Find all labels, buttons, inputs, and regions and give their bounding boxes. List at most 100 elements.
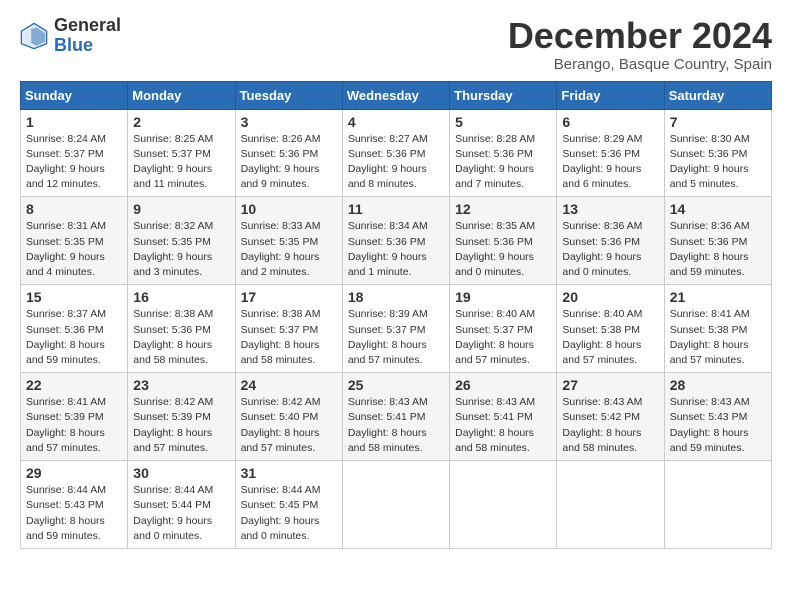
day-number: 29 xyxy=(26,465,122,481)
day-info: Sunrise: 8:24 AMSunset: 5:37 PMDaylight:… xyxy=(26,132,122,193)
day-info: Sunrise: 8:43 AMSunset: 5:42 PMDaylight:… xyxy=(562,395,658,456)
day-info: Sunrise: 8:28 AMSunset: 5:36 PMDaylight:… xyxy=(455,132,551,193)
calendar-week-row: 22 Sunrise: 8:41 AMSunset: 5:39 PMDaylig… xyxy=(21,373,772,461)
calendar-cell: 20 Sunrise: 8:40 AMSunset: 5:38 PMDaylig… xyxy=(557,285,664,373)
calendar-cell: 6 Sunrise: 8:29 AMSunset: 5:36 PMDayligh… xyxy=(557,109,664,197)
day-number: 2 xyxy=(133,114,229,130)
day-number: 31 xyxy=(241,465,337,481)
day-number: 9 xyxy=(133,201,229,217)
day-number: 13 xyxy=(562,201,658,217)
calendar-day-header: Wednesday xyxy=(342,81,449,109)
day-number: 7 xyxy=(670,114,766,130)
day-info: Sunrise: 8:36 AMSunset: 5:36 PMDaylight:… xyxy=(562,219,658,280)
day-info: Sunrise: 8:34 AMSunset: 5:36 PMDaylight:… xyxy=(348,219,444,280)
calendar-cell: 30 Sunrise: 8:44 AMSunset: 5:44 PMDaylig… xyxy=(128,461,235,549)
calendar-body: 1 Sunrise: 8:24 AMSunset: 5:37 PMDayligh… xyxy=(21,109,772,548)
calendar-week-row: 29 Sunrise: 8:44 AMSunset: 5:43 PMDaylig… xyxy=(21,461,772,549)
day-info: Sunrise: 8:41 AMSunset: 5:39 PMDaylight:… xyxy=(26,395,122,456)
calendar-header: SundayMondayTuesdayWednesdayThursdayFrid… xyxy=(21,81,772,109)
day-info: Sunrise: 8:27 AMSunset: 5:36 PMDaylight:… xyxy=(348,132,444,193)
day-info: Sunrise: 8:38 AMSunset: 5:36 PMDaylight:… xyxy=(133,307,229,368)
day-info: Sunrise: 8:43 AMSunset: 5:43 PMDaylight:… xyxy=(670,395,766,456)
day-number: 6 xyxy=(562,114,658,130)
calendar-cell: 29 Sunrise: 8:44 AMSunset: 5:43 PMDaylig… xyxy=(21,461,128,549)
day-number: 24 xyxy=(241,377,337,393)
calendar: SundayMondayTuesdayWednesdayThursdayFrid… xyxy=(20,81,772,549)
calendar-cell: 18 Sunrise: 8:39 AMSunset: 5:37 PMDaylig… xyxy=(342,285,449,373)
day-number: 25 xyxy=(348,377,444,393)
calendar-cell xyxy=(557,461,664,549)
day-info: Sunrise: 8:38 AMSunset: 5:37 PMDaylight:… xyxy=(241,307,337,368)
day-info: Sunrise: 8:31 AMSunset: 5:35 PMDaylight:… xyxy=(26,219,122,280)
logo-text: General Blue xyxy=(54,16,121,56)
calendar-cell: 25 Sunrise: 8:43 AMSunset: 5:41 PMDaylig… xyxy=(342,373,449,461)
calendar-cell: 9 Sunrise: 8:32 AMSunset: 5:35 PMDayligh… xyxy=(128,197,235,285)
calendar-cell: 1 Sunrise: 8:24 AMSunset: 5:37 PMDayligh… xyxy=(21,109,128,197)
day-number: 5 xyxy=(455,114,551,130)
day-number: 30 xyxy=(133,465,229,481)
calendar-cell: 23 Sunrise: 8:42 AMSunset: 5:39 PMDaylig… xyxy=(128,373,235,461)
header: General Blue December 2024 Berango, Basq… xyxy=(20,16,772,73)
logo-blue-text: Blue xyxy=(54,36,121,56)
logo-general-text: General xyxy=(54,16,121,36)
calendar-week-row: 15 Sunrise: 8:37 AMSunset: 5:36 PMDaylig… xyxy=(21,285,772,373)
day-info: Sunrise: 8:40 AMSunset: 5:38 PMDaylight:… xyxy=(562,307,658,368)
calendar-cell: 16 Sunrise: 8:38 AMSunset: 5:36 PMDaylig… xyxy=(128,285,235,373)
calendar-cell xyxy=(450,461,557,549)
calendar-cell: 5 Sunrise: 8:28 AMSunset: 5:36 PMDayligh… xyxy=(450,109,557,197)
calendar-cell xyxy=(342,461,449,549)
calendar-day-header: Friday xyxy=(557,81,664,109)
calendar-day-header: Tuesday xyxy=(235,81,342,109)
day-number: 27 xyxy=(562,377,658,393)
calendar-cell xyxy=(664,461,771,549)
logo-icon xyxy=(20,22,48,50)
header-row: SundayMondayTuesdayWednesdayThursdayFrid… xyxy=(21,81,772,109)
day-info: Sunrise: 8:43 AMSunset: 5:41 PMDaylight:… xyxy=(455,395,551,456)
month-title: December 2024 xyxy=(508,16,772,56)
day-number: 22 xyxy=(26,377,122,393)
day-number: 21 xyxy=(670,289,766,305)
calendar-day-header: Thursday xyxy=(450,81,557,109)
day-info: Sunrise: 8:32 AMSunset: 5:35 PMDaylight:… xyxy=(133,219,229,280)
calendar-day-header: Saturday xyxy=(664,81,771,109)
day-number: 10 xyxy=(241,201,337,217)
day-info: Sunrise: 8:37 AMSunset: 5:36 PMDaylight:… xyxy=(26,307,122,368)
day-info: Sunrise: 8:26 AMSunset: 5:36 PMDaylight:… xyxy=(241,132,337,193)
calendar-cell: 15 Sunrise: 8:37 AMSunset: 5:36 PMDaylig… xyxy=(21,285,128,373)
day-number: 12 xyxy=(455,201,551,217)
day-info: Sunrise: 8:29 AMSunset: 5:36 PMDaylight:… xyxy=(562,132,658,193)
calendar-cell: 31 Sunrise: 8:44 AMSunset: 5:45 PMDaylig… xyxy=(235,461,342,549)
calendar-cell: 17 Sunrise: 8:38 AMSunset: 5:37 PMDaylig… xyxy=(235,285,342,373)
calendar-cell: 19 Sunrise: 8:40 AMSunset: 5:37 PMDaylig… xyxy=(450,285,557,373)
calendar-week-row: 8 Sunrise: 8:31 AMSunset: 5:35 PMDayligh… xyxy=(21,197,772,285)
day-number: 8 xyxy=(26,201,122,217)
day-info: Sunrise: 8:41 AMSunset: 5:38 PMDaylight:… xyxy=(670,307,766,368)
calendar-day-header: Sunday xyxy=(21,81,128,109)
day-number: 28 xyxy=(670,377,766,393)
day-info: Sunrise: 8:36 AMSunset: 5:36 PMDaylight:… xyxy=(670,219,766,280)
day-info: Sunrise: 8:44 AMSunset: 5:45 PMDaylight:… xyxy=(241,483,337,544)
day-number: 1 xyxy=(26,114,122,130)
calendar-cell: 8 Sunrise: 8:31 AMSunset: 5:35 PMDayligh… xyxy=(21,197,128,285)
day-info: Sunrise: 8:42 AMSunset: 5:40 PMDaylight:… xyxy=(241,395,337,456)
day-info: Sunrise: 8:30 AMSunset: 5:36 PMDaylight:… xyxy=(670,132,766,193)
calendar-cell: 13 Sunrise: 8:36 AMSunset: 5:36 PMDaylig… xyxy=(557,197,664,285)
day-number: 18 xyxy=(348,289,444,305)
calendar-cell: 24 Sunrise: 8:42 AMSunset: 5:40 PMDaylig… xyxy=(235,373,342,461)
calendar-cell: 2 Sunrise: 8:25 AMSunset: 5:37 PMDayligh… xyxy=(128,109,235,197)
day-number: 4 xyxy=(348,114,444,130)
calendar-week-row: 1 Sunrise: 8:24 AMSunset: 5:37 PMDayligh… xyxy=(21,109,772,197)
calendar-cell: 4 Sunrise: 8:27 AMSunset: 5:36 PMDayligh… xyxy=(342,109,449,197)
day-info: Sunrise: 8:40 AMSunset: 5:37 PMDaylight:… xyxy=(455,307,551,368)
day-number: 23 xyxy=(133,377,229,393)
calendar-cell: 27 Sunrise: 8:43 AMSunset: 5:42 PMDaylig… xyxy=(557,373,664,461)
day-number: 15 xyxy=(26,289,122,305)
day-number: 14 xyxy=(670,201,766,217)
day-info: Sunrise: 8:44 AMSunset: 5:44 PMDaylight:… xyxy=(133,483,229,544)
day-info: Sunrise: 8:33 AMSunset: 5:35 PMDaylight:… xyxy=(241,219,337,280)
day-number: 11 xyxy=(348,201,444,217)
calendar-cell: 12 Sunrise: 8:35 AMSunset: 5:36 PMDaylig… xyxy=(450,197,557,285)
location-subtitle: Berango, Basque Country, Spain xyxy=(508,56,772,73)
day-number: 19 xyxy=(455,289,551,305)
day-info: Sunrise: 8:42 AMSunset: 5:39 PMDaylight:… xyxy=(133,395,229,456)
